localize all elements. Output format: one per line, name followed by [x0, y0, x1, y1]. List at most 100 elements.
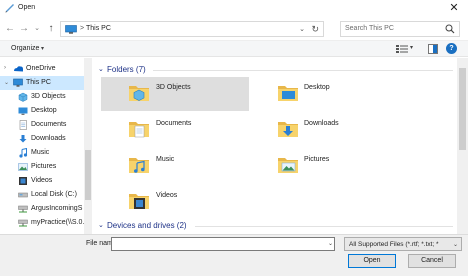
sidebar-item-label: ArgusIncomingS: [31, 205, 83, 212]
command-bar: Organize ▾ ▾ ?: [0, 40, 468, 57]
file-list: ⌄ Folders (7) ⌄ Devices and drives (2) 3…: [95, 58, 457, 234]
folder-label: Documents: [156, 120, 192, 127]
divider: [195, 226, 453, 227]
sidebar-item[interactable]: myPractice(\\S.0.: [0, 216, 84, 230]
sidebar-item-label: 3D Objects: [31, 93, 66, 100]
window-title: Open: [18, 4, 36, 11]
3d-objects-folder-icon: [129, 86, 149, 101]
folder-tile[interactable]: Music: [101, 149, 249, 183]
sidebar-item[interactable]: Documents: [0, 118, 84, 132]
view-dropdown-icon[interactable]: ▾: [410, 44, 413, 51]
sidebar-scrollbar[interactable]: [84, 58, 92, 234]
chevron-down-icon[interactable]: ⌄: [4, 79, 9, 86]
folder-label: Videos: [156, 192, 178, 199]
preview-pane-icon[interactable]: [428, 44, 438, 54]
sidebar-item-label: Pictures: [31, 163, 57, 170]
help-icon[interactable]: ?: [446, 43, 457, 54]
file-type-select[interactable]: All Supported Files (*.rtf; *.txt; * ⌄: [344, 237, 462, 251]
sidebar-item[interactable]: 3D Objects: [0, 90, 84, 104]
sidebar-item-label: myPractice(\\S.0.: [31, 219, 85, 226]
sidebar-item[interactable]: ArgusIncomingS: [0, 202, 84, 216]
music-folder-icon: [129, 158, 149, 173]
filename-input[interactable]: [111, 237, 335, 251]
desktop-folder-icon: [278, 86, 298, 101]
3d-objects-icon: [18, 92, 28, 102]
breadcrumb-separator: >: [80, 25, 85, 32]
sidebar-item-label: Downloads: [31, 135, 66, 142]
pc-icon: [65, 25, 77, 34]
folder-label: 3D Objects: [156, 84, 191, 91]
sidebar-item[interactable]: › OneDrive: [0, 62, 84, 76]
network-drive-icon: [18, 205, 28, 213]
folder-label: Music: [156, 156, 175, 163]
file-dialog-footer: File name: ⌄ All Supported Files (*.rtf;…: [0, 234, 468, 276]
downloads-folder-icon: [278, 122, 298, 137]
sidebar-item-label: This PC: [26, 79, 51, 86]
navigation-bar: ← → ⌄ ↑ > This PC ⌄ ↻ Search This PC: [0, 19, 468, 39]
recent-dropdown-icon[interactable]: ⌄: [31, 23, 43, 35]
sidebar-item-label: Videos: [31, 177, 53, 184]
documents-folder-icon: [129, 122, 149, 138]
folder-tile[interactable]: Documents: [101, 113, 249, 147]
app-icon: [5, 4, 14, 13]
open-button[interactable]: Open: [348, 254, 396, 268]
sidebar-item[interactable]: Downloads: [0, 132, 84, 146]
address-bar[interactable]: > This PC ⌄ ↻: [60, 21, 324, 37]
file-type-value: All Supported Files (*.rtf; *.txt; *: [349, 241, 439, 248]
sidebar-item[interactable]: Music: [0, 146, 84, 160]
search-placeholder: Search This PC: [345, 25, 394, 32]
sidebar-scroll-thumb[interactable]: [85, 150, 91, 200]
folder-tile[interactable]: 3D Objects: [101, 77, 249, 111]
filename-dropdown-icon[interactable]: ⌄: [328, 240, 333, 247]
network-drive-icon: [18, 219, 28, 227]
sidebar-item-label: OneDrive: [26, 65, 56, 72]
folders-group-header[interactable]: ⌄ Folders (7): [95, 64, 455, 76]
sidebar-item[interactable]: Pictures: [0, 160, 84, 174]
desktop-icon: [18, 107, 28, 115]
close-icon[interactable]: ✕: [448, 2, 460, 14]
view-options-icon[interactable]: [396, 44, 408, 54]
search-icon: [445, 24, 455, 34]
sidebar-item-label: Documents: [31, 121, 67, 128]
local-disk-icon: [18, 192, 28, 198]
pictures-icon: [18, 163, 28, 171]
folder-tile[interactable]: Videos: [101, 185, 249, 219]
chevron-down-icon[interactable]: ⌄: [98, 65, 104, 73]
folder-tile[interactable]: Downloads: [251, 113, 399, 147]
title-bar: Open ✕: [0, 0, 468, 17]
up-arrow-icon[interactable]: ↑: [45, 23, 57, 35]
folder-label: Downloads: [304, 120, 339, 127]
organize-button[interactable]: Organize: [11, 45, 39, 52]
chevron-down-icon[interactable]: ⌄: [98, 221, 104, 229]
folder-tile[interactable]: Pictures: [251, 149, 399, 183]
documents-icon: [19, 120, 27, 130]
breadcrumb-this-pc[interactable]: This PC: [86, 25, 111, 32]
search-input[interactable]: Search This PC: [340, 21, 460, 37]
drives-group-label: Devices and drives (2): [107, 221, 187, 230]
forward-arrow-icon[interactable]: →: [18, 23, 30, 35]
folder-label: Desktop: [304, 84, 330, 91]
chevron-right-icon[interactable]: ›: [4, 65, 6, 71]
refresh-icon[interactable]: ↻: [311, 24, 319, 35]
sidebar-item[interactable]: ⌄ This PC: [0, 76, 84, 90]
folders-group-label: Folders (7): [107, 65, 146, 74]
videos-folder-icon: [129, 194, 149, 209]
onedrive-icon: [14, 66, 23, 72]
music-icon: [19, 148, 28, 158]
sidebar-item-label: Local Disk (C:): [31, 191, 77, 198]
cancel-button[interactable]: Cancel: [408, 254, 456, 268]
sidebar-item[interactable]: Videos: [0, 174, 84, 188]
sidebar-item[interactable]: Local Disk (C:): [0, 188, 84, 202]
videos-icon: [19, 177, 27, 185]
address-dropdown-icon[interactable]: ⌄: [299, 25, 305, 33]
back-arrow-icon[interactable]: ←: [4, 23, 16, 35]
sidebar-item-label: Desktop: [31, 107, 57, 114]
drives-group-header[interactable]: ⌄ Devices and drives (2): [95, 220, 455, 232]
sidebar-item[interactable]: Desktop: [0, 104, 84, 118]
main-scroll-thumb[interactable]: [459, 68, 466, 150]
folder-tile[interactable]: Desktop: [251, 77, 399, 111]
divider: [153, 70, 453, 71]
downloads-icon: [19, 135, 27, 143]
sidebar-item-label: Music: [31, 149, 50, 156]
pictures-folder-icon: [278, 158, 298, 173]
